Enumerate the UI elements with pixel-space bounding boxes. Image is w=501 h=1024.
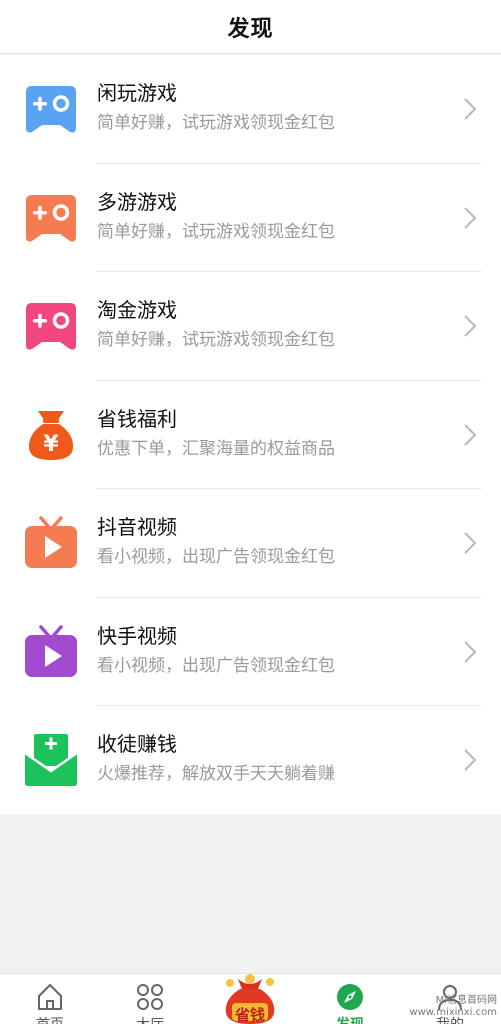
grid-icon <box>137 984 163 1010</box>
tv-play-icon <box>24 516 78 570</box>
money-bag-icon: ¥ <box>24 408 78 462</box>
gamepad-icon <box>24 299 78 353</box>
tv-play-icon <box>24 624 78 679</box>
tab-label: 首页 <box>0 1014 100 1024</box>
chevron-right-icon <box>464 749 477 771</box>
chevron-right-icon <box>464 98 477 120</box>
list-item-kuaishou-video[interactable]: 快手视频 看小视频，出现广告领现金红包 <box>0 598 501 706</box>
tab-hall[interactable]: 大厅 <box>100 974 200 1024</box>
chevron-right-icon <box>464 532 477 554</box>
gamepad-icon <box>24 191 78 245</box>
watermark-line: Mi信息首码网 <box>435 995 497 1006</box>
compass-icon <box>337 984 363 1010</box>
watermark-line: www.mixinxi.com <box>409 1007 497 1018</box>
tab-save-money[interactable]: 省钱 <box>218 973 282 1024</box>
item-title: 省钱福利 <box>97 406 177 431</box>
item-description: 简单好赚，试玩游戏领现金红包 <box>97 221 335 242</box>
chevron-right-icon <box>464 640 477 663</box>
tab-label: 大厅 <box>100 1014 200 1024</box>
list-item-duoyou-games[interactable]: 多游游戏 简单好赚，试玩游戏领现金红包 <box>0 164 501 272</box>
chevron-right-icon <box>464 315 477 337</box>
list-item-recruit-earn[interactable]: 收徒赚钱 火爆推荐，解放双手天天躺着赚 <box>0 706 501 815</box>
list-item-taojin-games[interactable]: 淘金游戏 简单好赚，试玩游戏领现金红包 <box>0 272 501 381</box>
tab-label: 发现 <box>300 1014 400 1024</box>
item-description: 简单好赚，试玩游戏领现金红包 <box>97 113 335 133</box>
item-description: 优惠下单，汇聚海量的权益商品 <box>97 438 335 459</box>
svg-text:¥: ¥ <box>43 432 59 457</box>
item-description: 看小视频，出现广告领现金红包 <box>97 655 335 676</box>
list-item-xianwan-games[interactable]: 闲玩游戏 简单好赚，试玩游戏领现金红包 <box>0 55 501 164</box>
chevron-right-icon <box>464 423 477 446</box>
gamepad-icon <box>24 82 78 136</box>
item-title: 快手视频 <box>97 623 177 648</box>
page-header: 发现 <box>0 0 501 54</box>
discover-page: 发现 闲玩游戏 简单好赚，试玩游戏领现金红包 多游游戏 简单好赚，试玩游戏领现金… <box>0 0 501 1024</box>
chevron-right-icon <box>464 206 477 229</box>
item-description: 看小视频，出现广告领现金红包 <box>97 547 335 567</box>
tab-label: 省钱 <box>234 1006 265 1024</box>
envelope-plus-icon <box>24 733 78 787</box>
home-icon <box>38 984 62 1010</box>
item-title: 淘金游戏 <box>97 298 177 322</box>
tab-discover[interactable]: 发现 <box>300 974 400 1024</box>
item-title: 抖音视频 <box>97 515 177 539</box>
item-title: 多游游戏 <box>97 189 177 214</box>
item-description: 火爆推荐，解放双手天天躺着赚 <box>97 764 335 784</box>
page-title: 发现 <box>227 16 274 42</box>
discover-list: 闲玩游戏 简单好赚，试玩游戏领现金红包 多游游戏 简单好赚，试玩游戏领现金红包 <box>0 55 501 814</box>
item-title: 闲玩游戏 <box>97 81 177 105</box>
item-description: 简单好赚，试玩游戏领现金红包 <box>97 330 335 350</box>
tab-home[interactable]: 首页 <box>0 974 100 1024</box>
list-item-saving-welfare[interactable]: ¥ 省钱福利 优惠下单，汇聚海量的权益商品 <box>0 381 501 489</box>
watermark: Mi信息首码网 www.mixinxi.com <box>409 995 497 1019</box>
list-item-douyin-video[interactable]: 抖音视频 看小视频，出现广告领现金红包 <box>0 489 501 598</box>
item-title: 收徒赚钱 <box>97 732 177 756</box>
